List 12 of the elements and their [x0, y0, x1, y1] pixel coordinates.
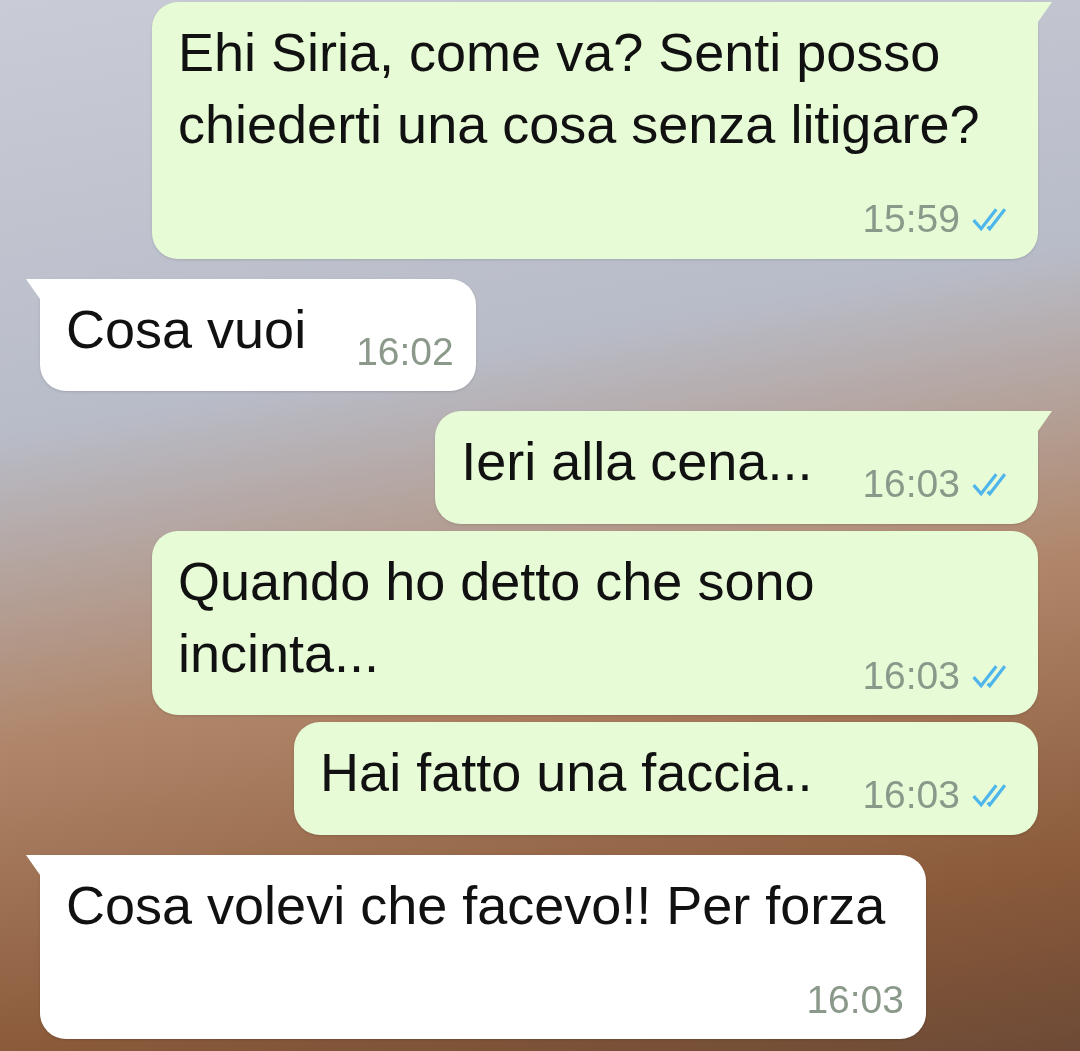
message-time: 15:59 [862, 196, 960, 242]
message-text: Cosa volevi che facevo!! Per forza [66, 874, 886, 935]
message-text: Hai fatto una faccia.. [320, 742, 813, 802]
message-text: Cosa vuoi [66, 298, 307, 359]
message-time: 16:02 [356, 328, 454, 375]
message-text: Quando ho detto che sono incinta... [178, 550, 815, 683]
message-time: 16:03 [862, 652, 960, 699]
message-text: Ieri alla cena... [461, 431, 813, 491]
message-time: 16:03 [862, 461, 960, 507]
message-time: 16:03 [862, 772, 960, 818]
message-time: 16:03 [806, 976, 904, 1023]
message-text: Ehi Siria, come va? Senti posso chiederti una cosa senza litigare? [178, 22, 980, 154]
